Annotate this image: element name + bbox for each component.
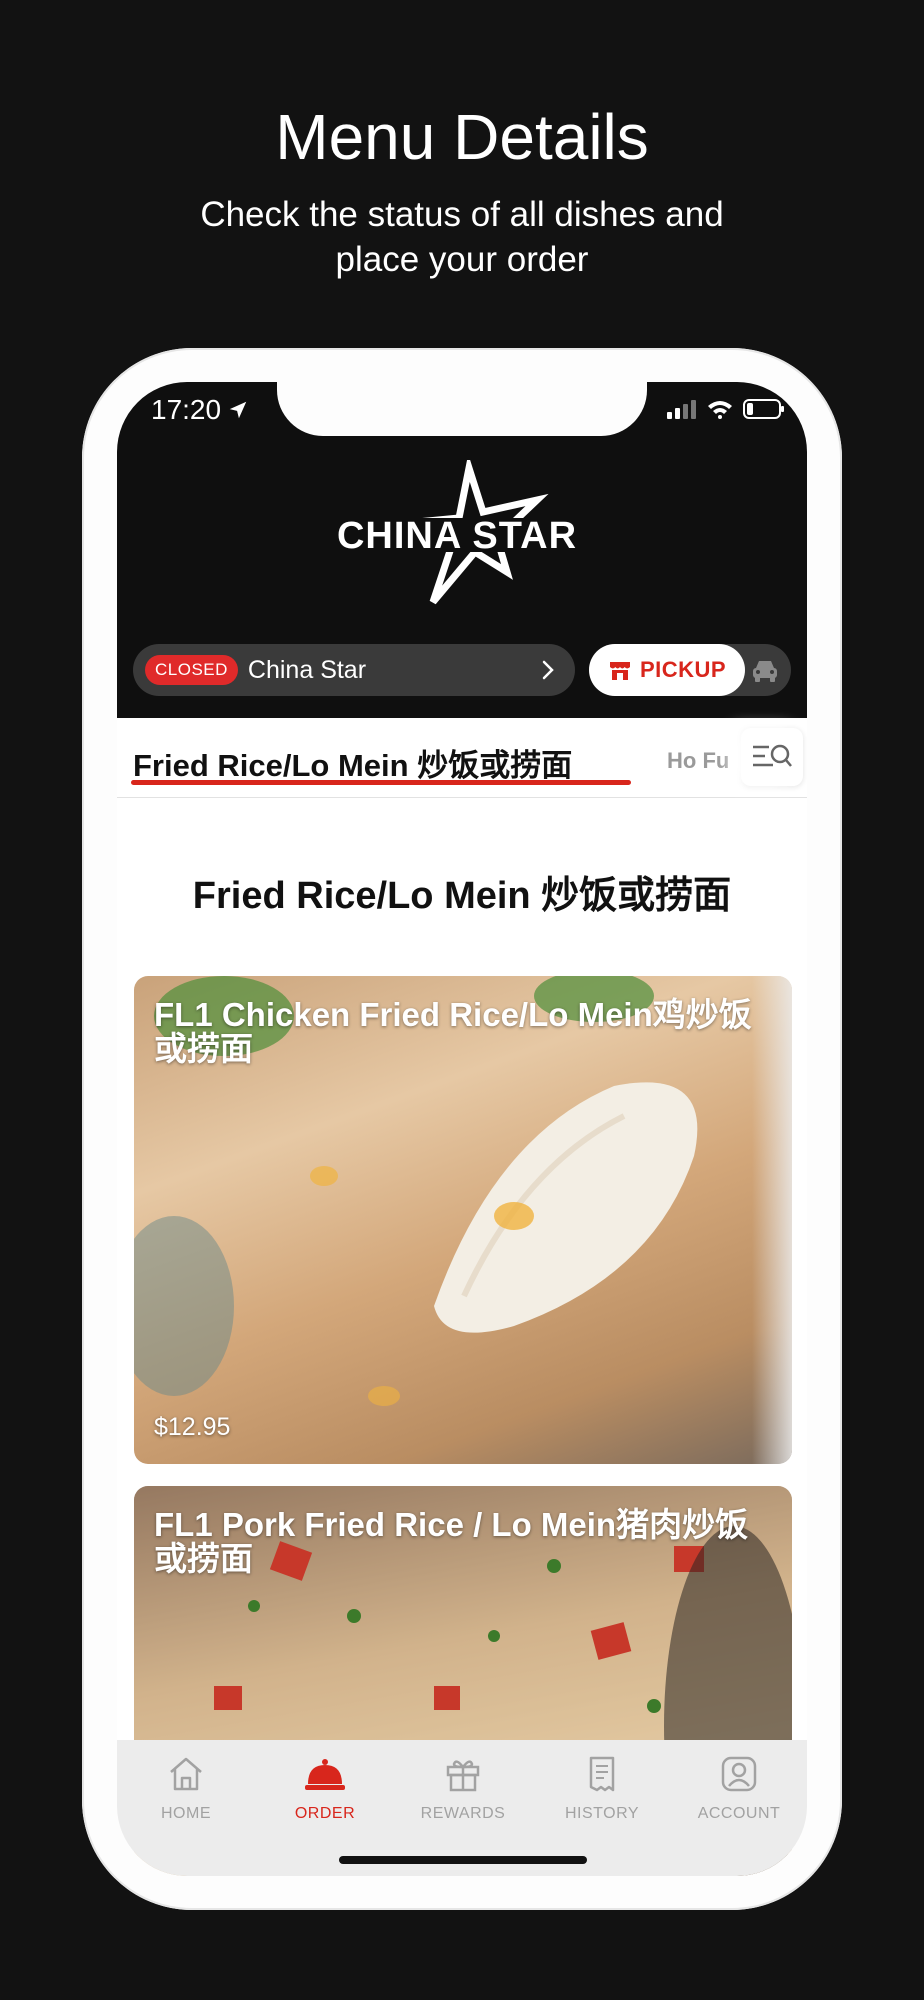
tab-order-label: ORDER — [294, 1805, 356, 1822]
category-tabs: Fried Rice/Lo Mein 炒饭或捞面 Ho Fu — [117, 718, 807, 798]
tab-home[interactable]: HOME — [117, 1754, 255, 1823]
list-search-icon — [753, 744, 792, 767]
signal-icon — [667, 400, 696, 419]
svg-text:CHINA STAR: CHINA STAR — [337, 515, 577, 557]
delivery-button[interactable] — [751, 657, 779, 688]
home-icon — [170, 1757, 202, 1791]
pickup-button[interactable]: PICKUP — [589, 644, 745, 696]
store-name: China Star — [247, 655, 367, 684]
store-selector[interactable]: CLOSED China Star — [133, 644, 575, 696]
menu-item-card[interactable]: FL1 Chicken Fried Rice/Lo Mein鸡炒饭或捞面 $12… — [134, 976, 792, 1464]
tab-rewards[interactable]: REWARDS — [394, 1754, 532, 1823]
section-title: Fried Rice/Lo Mein 炒饭或捞面 — [192, 875, 732, 917]
tab-home-label: HOME — [161, 1805, 211, 1822]
promo-subtitle: Check the status of all dishes and place… — [200, 195, 724, 279]
car-icon — [753, 661, 777, 682]
category-tab-ho-fu[interactable]: Ho Fu — [667, 748, 729, 774]
tab-history[interactable]: HISTORY — [533, 1754, 671, 1823]
menu-item-price: $12.95 — [154, 1413, 231, 1441]
tab-account-label: ACCOUNT — [697, 1805, 781, 1822]
phone-notch — [277, 382, 647, 436]
order-mode-toggle: PICKUP — [589, 644, 791, 696]
tab-history-label: HISTORY — [564, 1805, 640, 1822]
battery-icon — [743, 399, 784, 419]
menu-item-title: FL1 Pork Fried Rice / Lo Mein猪肉炒饭或捞面 — [154, 1506, 749, 1577]
status-indicators — [667, 398, 785, 420]
status-time-text: 17:20 — [151, 394, 222, 425]
app-header: 17:20 CHINA STAR CLOSED China Star PICKU… — [117, 382, 807, 718]
store-icon — [609, 662, 630, 680]
menu-item-title: FL1 Chicken Fried Rice/Lo Mein鸡炒饭或捞面 — [154, 996, 752, 1067]
chevron-right-icon — [542, 660, 554, 680]
app-screen: 17:20 CHINA STAR CLOSED China Star PICKU… — [117, 382, 807, 1876]
menu-search-button[interactable] — [741, 728, 803, 786]
gift-icon — [446, 1760, 480, 1792]
tab-order[interactable]: ORDER — [256, 1754, 394, 1823]
home-indicator[interactable] — [339, 1856, 587, 1864]
category-tab-active[interactable]: Fried Rice/Lo Mein 炒饭或捞面 — [133, 740, 572, 785]
china-star-logo: CHINA STAR — [307, 454, 607, 610]
location-arrow-icon — [229, 401, 247, 419]
wifi-icon — [708, 401, 732, 419]
account-icon — [721, 1756, 757, 1792]
promo-title: Menu Details — [275, 101, 649, 173]
cloche-icon — [305, 1759, 345, 1790]
pickup-label: PICKUP — [639, 657, 727, 682]
status-time: 17:20 — [151, 394, 249, 426]
receipt-icon — [589, 1756, 615, 1792]
tab-rewards-label: REWARDS — [420, 1805, 506, 1822]
tab-account[interactable]: ACCOUNT — [670, 1754, 807, 1823]
store-status-badge: CLOSED — [145, 655, 238, 685]
active-tab-indicator — [131, 780, 631, 785]
